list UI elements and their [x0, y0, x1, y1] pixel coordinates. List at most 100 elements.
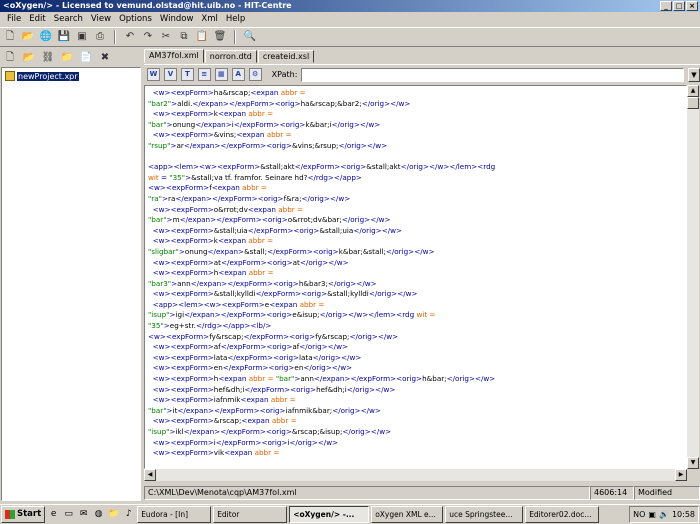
open-file-icon[interactable]: 📂 [21, 30, 35, 44]
scroll-right-icon[interactable]: ▶ [675, 469, 687, 481]
new-file-icon[interactable]: 🗋 [3, 30, 17, 44]
code-line: wit = "35">&stall;va tf. framfor. Seinar… [148, 172, 362, 182]
menu-view[interactable]: View [87, 14, 115, 24]
code-line: "bar">onung</expan>i</expForm><orig>k&ba… [148, 119, 381, 129]
remove-icon[interactable]: ✖ [98, 51, 112, 65]
code-line: <w><expForm>&rscap;<expan abbr = [148, 416, 297, 426]
start-label: Start [17, 509, 42, 519]
menu-file[interactable]: File [3, 14, 25, 24]
new-project-icon[interactable]: 🗋 [3, 51, 17, 65]
system-tray: NO ▣ 🔊 10:58 [629, 506, 699, 523]
save-all-icon[interactable]: ▣ [75, 30, 89, 44]
task-eudora[interactable]: Eudora - [In] [137, 506, 212, 523]
menu-search[interactable]: Search [50, 14, 87, 24]
code-line: "bar">it</expan></expForm><orig>iafnmik&… [148, 405, 381, 415]
maximize-button[interactable]: □ [673, 1, 685, 11]
tag-icon[interactable]: T [180, 68, 194, 81]
code-line: "bar3">ann</expan></expForm><orig>h&bar3… [148, 278, 377, 288]
copy-icon[interactable]: ⧉ [177, 30, 191, 44]
save-icon[interactable]: 💾 [57, 30, 71, 44]
task-editor[interactable]: Editor [213, 506, 288, 523]
project-panel: 🗋 📂 ⛓ 📁 📄 ✖ newProject.xpr [0, 49, 142, 503]
language-indicator[interactable]: NO [633, 510, 645, 519]
scroll-thumb[interactable] [687, 97, 699, 109]
ie-icon[interactable]: e [47, 508, 60, 521]
menu-edit[interactable]: Edit [25, 14, 49, 24]
network-icon[interactable]: ▣ [648, 510, 656, 519]
folder-icon[interactable]: 📁 [107, 508, 120, 521]
check-wellformed-icon[interactable]: W [147, 68, 160, 81]
add-folder-icon[interactable]: 📁 [60, 51, 74, 65]
code-line: "sligbar">onung</expan>&stall;</expForm>… [148, 246, 435, 256]
code-line: <w><expForm>ha&rscap;<expan abbr = [148, 88, 306, 97]
menu-options[interactable]: Options [115, 14, 156, 24]
redo-icon[interactable]: ↷ [141, 30, 155, 44]
vertical-scrollbar[interactable]: ▲ ▼ [687, 85, 699, 469]
menu-help[interactable]: Help [222, 14, 249, 24]
scroll-up-icon[interactable]: ▲ [687, 85, 699, 97]
media-icon[interactable]: ♪ [122, 508, 135, 521]
transform-icon[interactable]: A [231, 68, 245, 81]
open-project-icon[interactable]: 📂 [22, 51, 36, 65]
tab-am37fol[interactable]: AM37fol.xml [144, 49, 204, 63]
task-oxygen-editor[interactable]: oXygen XML e... [371, 506, 444, 523]
code-line: <app><lem><w><expForm>&stall;akt</expFor… [148, 162, 496, 172]
code-line: <w><expForm>h<expan abbr = [148, 268, 274, 278]
task-springsteen[interactable]: uce Springstee... [445, 506, 524, 523]
format-indent-icon[interactable]: ≡ [197, 68, 211, 81]
code-line: <w><expForm>lata</expForm><orig>lata</or… [148, 352, 362, 362]
configure-transform-icon[interactable]: ⚙ [248, 68, 262, 81]
code-line: "isup">igi</expan></expForm><orig>e&isup… [148, 310, 436, 320]
editor-toolbar: W V T ≡ ▦ A ⚙ XPath: ▼ [144, 64, 700, 84]
add-file-icon[interactable]: 📄 [79, 51, 93, 65]
code-line: <w><expForm>hef&dh;i</expForm><orig>hef&… [148, 384, 396, 394]
task-oxygen[interactable]: <oXygen/> -... [289, 506, 370, 523]
minimize-button[interactable]: _ [660, 1, 672, 11]
open-url-icon[interactable]: 🌐 [39, 30, 53, 44]
start-button[interactable]: Start [1, 506, 46, 523]
code-line: <w><expForm>&vins;<expan abbr = [148, 130, 292, 140]
code-line: "isup">ikl</expan></expForm><orig>&rscap… [148, 427, 392, 436]
menu-window[interactable]: Window [156, 14, 198, 24]
code-line: <w><expForm>iafnmik<expan abbr = [148, 395, 296, 405]
xpath-label: XPath: [271, 70, 298, 79]
paste-icon[interactable]: 📋 [195, 30, 209, 44]
tab-createid[interactable]: createid.xsl [257, 50, 315, 63]
code-line: <w><expForm>&stall;kylldi</expForm><orig… [148, 289, 418, 299]
scroll-left-icon[interactable]: ◀ [144, 469, 156, 481]
validate-icon[interactable]: V [163, 68, 177, 81]
menu-xml[interactable]: Xml [197, 14, 221, 24]
volume-icon[interactable]: 🔊 [659, 510, 669, 519]
outlook-icon[interactable]: ✉ [77, 508, 90, 521]
delete-icon[interactable]: 🗑 [213, 30, 227, 44]
code-line: "bar">m</expan></expForm><orig>o&rrot;dv… [148, 215, 391, 225]
code-line: <w><expForm>h<expan abbr = "bar">ann</ex… [148, 374, 496, 384]
menu-bar: File Edit Search View Options Window Xml… [0, 12, 700, 26]
link-icon[interactable]: ⛓ [41, 51, 55, 65]
clock: 10:58 [671, 510, 695, 519]
windows-flag-icon [5, 510, 15, 519]
code-line: "ra">ra</expan></expForm><orig>f&ra;</or… [148, 193, 351, 203]
firefox-icon[interactable]: ◍ [92, 508, 105, 521]
table-icon[interactable]: ▦ [214, 68, 228, 81]
undo-icon[interactable]: ↶ [123, 30, 137, 44]
tree-item-project[interactable]: newProject.xpr [5, 71, 79, 81]
close-button[interactable]: × [686, 1, 698, 11]
cut-icon[interactable]: ✂ [159, 30, 173, 44]
task-editorer-doc[interactable]: Editorer02.doc... [525, 506, 600, 523]
tab-norron[interactable]: norron.dtd [204, 50, 257, 63]
code-line: <w><expForm>fy&rscap;</expForm><orig>fy&… [148, 331, 399, 341]
find-icon[interactable]: 🔍 [243, 30, 257, 44]
project-file-label: newProject.xpr [17, 71, 79, 81]
xml-editor[interactable]: <w><expForm>ha&rscap;<expan abbr = "bar2"… [144, 85, 687, 469]
scroll-down-icon[interactable]: ▼ [687, 457, 699, 469]
desktop-icon[interactable]: ▭ [62, 508, 75, 521]
xpath-input[interactable] [301, 67, 684, 82]
project-tree[interactable]: newProject.xpr [1, 67, 141, 501]
status-path: C:\XML\Dev\Menota\cqp\AM37fol.xml [144, 486, 590, 500]
status-position: 4606:14 [590, 486, 634, 500]
xpath-dropdown-icon[interactable]: ▼ [688, 67, 700, 82]
print-icon[interactable]: ⎙ [93, 30, 107, 44]
horizontal-scrollbar[interactable]: ◀ ▶ [144, 469, 687, 481]
